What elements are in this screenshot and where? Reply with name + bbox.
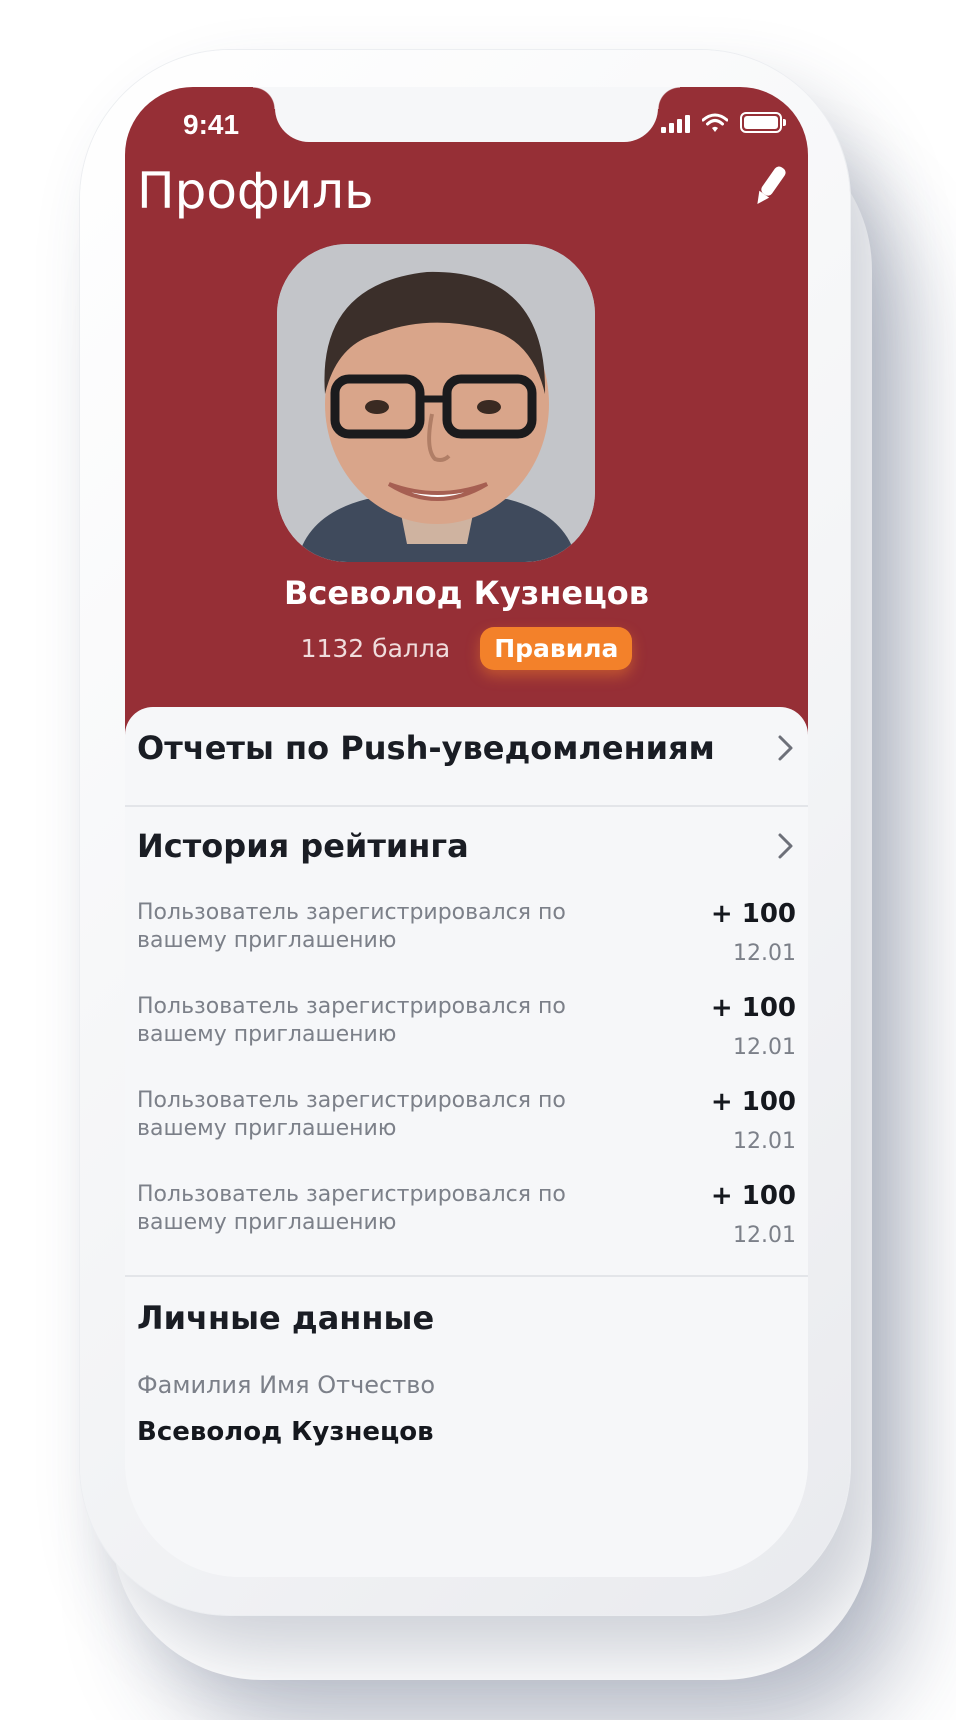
score-row: 1132 балла Правила xyxy=(125,627,808,670)
history-date: 12.01 xyxy=(733,1035,796,1060)
status-time: 9:41 xyxy=(183,109,240,140)
history-points: + 100 xyxy=(710,993,796,1023)
history-text: Пользователь зарегистрировался по вашему… xyxy=(137,900,566,953)
history-text: Пользователь зарегистрировался по вашему… xyxy=(137,994,566,1047)
history-item: Пользователь зарегистрировался по вашему… xyxy=(137,993,796,1083)
wifi-icon xyxy=(702,113,728,132)
battery-icon xyxy=(740,112,786,133)
personal-data-title: Личные данные xyxy=(137,1299,435,1337)
status-icons xyxy=(661,112,786,133)
chevron-right-icon xyxy=(778,833,793,859)
fio-label: Фамилия Имя Отчество xyxy=(137,1371,436,1399)
rating-history-title: История рейтинга xyxy=(137,827,469,865)
history-item: Пользователь зарегистрировался по вашему… xyxy=(137,899,796,989)
avatar xyxy=(277,244,595,562)
history-date: 12.01 xyxy=(733,1129,796,1154)
divider xyxy=(125,1275,808,1277)
chevron-right-icon xyxy=(778,735,793,761)
pencil-icon[interactable] xyxy=(750,162,790,210)
history-points: + 100 xyxy=(710,1087,796,1117)
history-item: Пользователь зарегистрировался по вашему… xyxy=(137,1087,796,1177)
device-notch xyxy=(253,87,680,142)
signal-icon xyxy=(661,113,690,133)
personal-data-row: Личные данные xyxy=(137,1299,796,1337)
history-points: + 100 xyxy=(710,899,796,929)
fio-value: Всеволод Кузнецов xyxy=(137,1417,434,1447)
rating-history-row[interactable]: История рейтинга xyxy=(137,827,796,865)
history-text: Пользователь зарегистрировался по вашему… xyxy=(137,1088,566,1141)
push-reports-row[interactable]: Отчеты по Push-уведомлениям xyxy=(137,729,796,767)
rules-button[interactable]: Правила xyxy=(480,627,633,670)
avatar-photo xyxy=(277,244,595,562)
points-count: 1132 балла xyxy=(300,634,451,663)
history-points: + 100 xyxy=(710,1181,796,1211)
app-screen: 9:41 Профиль Всеволод Кузнецов 1132 балл… xyxy=(125,87,808,1577)
history-text: Пользователь зарегистрировался по вашему… xyxy=(137,1182,566,1235)
user-name: Всеволод Кузнецов xyxy=(283,574,650,612)
push-reports-title: Отчеты по Push-уведомлениям xyxy=(137,729,715,767)
divider xyxy=(125,805,808,807)
history-date: 12.01 xyxy=(733,1223,796,1248)
history-date: 12.01 xyxy=(733,941,796,966)
content-sheet: Отчеты по Push-уведомлениям История рейт… xyxy=(125,707,808,1577)
history-item: Пользователь зарегистрировался по вашему… xyxy=(137,1181,796,1271)
page-title: Профиль xyxy=(137,162,374,220)
